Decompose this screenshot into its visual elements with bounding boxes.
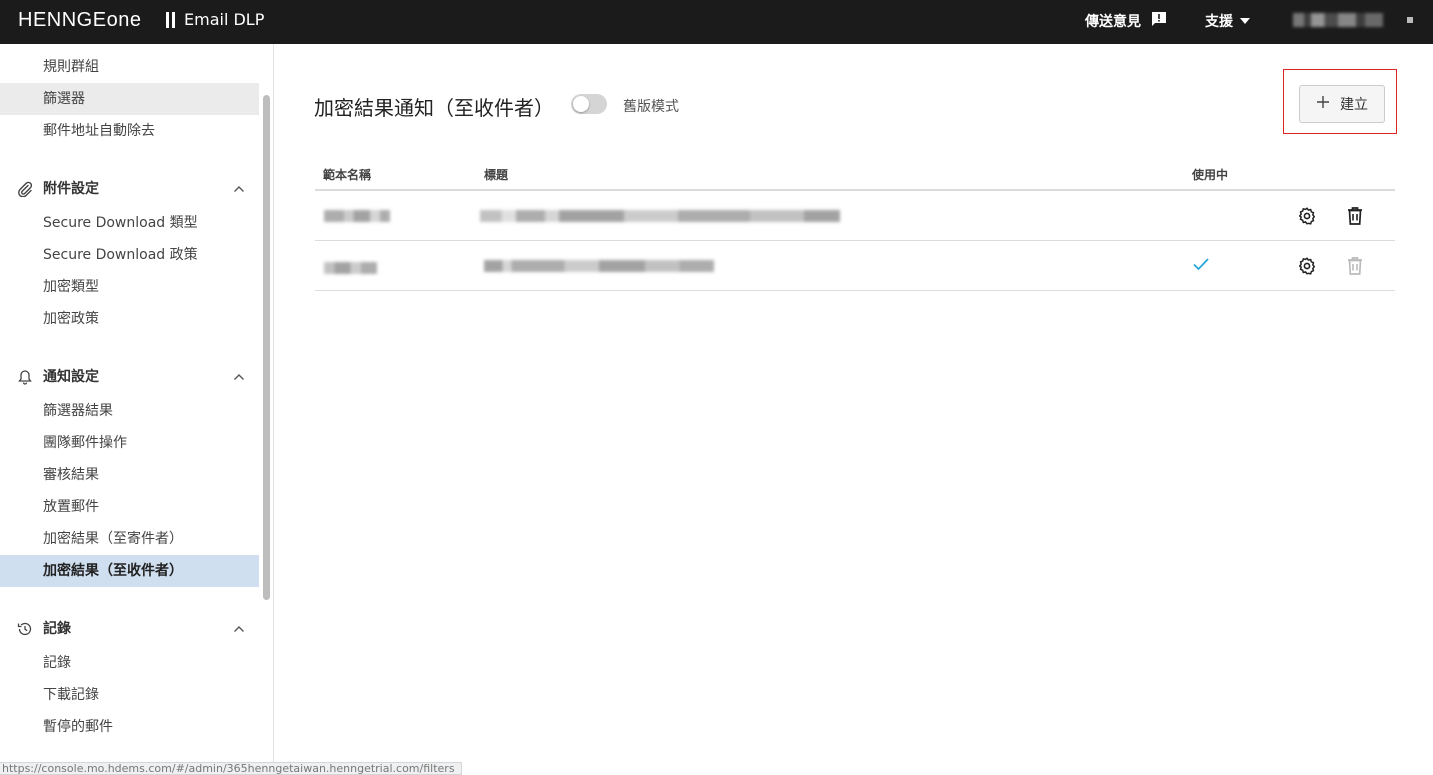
chevron-up-icon [233, 361, 245, 393]
sidebar-item-team-mail-ops[interactable]: 團隊郵件操作 [0, 427, 259, 459]
user-name-redacted [1293, 13, 1383, 27]
sidebar-item-sd-policy[interactable]: Secure Download 政策 [0, 239, 259, 271]
sidebar-section-label: 記錄 [43, 621, 71, 637]
brand-suffix: one [106, 9, 142, 31]
template-name-redacted [324, 210, 390, 222]
feedback-icon [1151, 11, 1167, 31]
chevron-up-icon [233, 173, 245, 205]
sidebar-item-sd-types[interactable]: Secure Download 類型 [0, 207, 259, 239]
delete-trash-icon-disabled [1343, 254, 1367, 278]
delete-trash-icon[interactable] [1343, 204, 1367, 228]
column-header-in-use[interactable]: 使用中 [1192, 166, 1228, 183]
product-label: Email DLP [184, 10, 265, 29]
sidebar-item-filters[interactable]: 篩選器 [0, 83, 259, 115]
sidebar-item-review-results[interactable]: 審核結果 [0, 459, 259, 491]
sidebar-item-filter-results[interactable]: 篩選器結果 [0, 395, 259, 427]
column-header-template-name[interactable]: 範本名稱 [323, 166, 371, 183]
subject-redacted [480, 210, 840, 222]
settings-gear-icon[interactable] [1295, 254, 1319, 278]
feedback-button[interactable]: 傳送意見 [1085, 11, 1167, 31]
legacy-mode-toggle[interactable] [571, 94, 607, 114]
sidebar-item-encrypt-policy[interactable]: 加密政策 [0, 303, 259, 335]
sidebar-section-notifications[interactable]: 通知設定 [0, 361, 259, 393]
row-divider [315, 240, 1395, 241]
row-divider [315, 290, 1395, 291]
sidebar-item-rule-groups[interactable]: 規則群組 [0, 51, 259, 83]
plus-icon [1316, 95, 1330, 113]
user-menu[interactable] [1293, 13, 1413, 27]
in-use-check-icon [1189, 252, 1213, 276]
column-header-subject[interactable]: 標題 [484, 166, 508, 183]
sidebar-scrollbar-thumb[interactable] [263, 95, 270, 600]
sidebar-item-encrypt-types[interactable]: 加密類型 [0, 271, 259, 303]
top-bar: HENNGEone Email DLP 傳送意見 支援 [0, 0, 1433, 44]
feedback-label: 傳送意見 [1085, 14, 1141, 30]
subject-redacted [484, 260, 714, 272]
user-menu-icon [1407, 17, 1413, 23]
sidebar-item-logs[interactable]: 記錄 [0, 647, 259, 679]
template-name-redacted [324, 262, 377, 274]
toggle-knob [573, 96, 589, 112]
sidebar-item-held-mail[interactable]: 放置郵件 [0, 491, 259, 523]
page-title: 加密結果通知（至收件者） [314, 96, 554, 120]
sidebar-item-encrypt-recipient[interactable]: 加密結果（至收件者） [0, 555, 259, 587]
sidebar-item-download-logs[interactable]: 下載記錄 [0, 679, 259, 711]
sidebar-item-encrypt-sender[interactable]: 加密結果（至寄件者） [0, 523, 259, 555]
brand-logo[interactable]: HENNGEone [18, 9, 141, 32]
create-button[interactable]: 建立 [1299, 85, 1385, 123]
chevron-up-icon [233, 613, 245, 645]
product-name[interactable]: Email DLP [166, 10, 264, 29]
product-bars-icon [166, 11, 175, 28]
legacy-mode-label: 舊版模式 [623, 99, 679, 115]
brand-prefix: HENNGE [18, 9, 107, 31]
sidebar-item-paused-mail[interactable]: 暫停的郵件 [0, 711, 259, 743]
sidebar-section-logs[interactable]: 記錄 [0, 613, 259, 645]
sidebar-section-attachments[interactable]: 附件設定 [0, 173, 259, 205]
support-menu[interactable]: 支援 [1205, 11, 1251, 31]
bell-icon [16, 361, 34, 393]
paperclip-icon [16, 173, 34, 205]
support-label: 支援 [1205, 14, 1233, 30]
status-url: https://console.mo.hdems.com/#/admin/365… [0, 762, 462, 775]
create-label: 建立 [1340, 97, 1368, 113]
table-header-divider [315, 189, 1395, 191]
caret-down-icon [1239, 13, 1251, 29]
sidebar-item-address-removal[interactable]: 郵件地址自動除去 [0, 115, 259, 147]
sidebar-section-label: 通知設定 [43, 369, 99, 385]
settings-gear-icon[interactable] [1295, 204, 1319, 228]
sidebar-section-label: 附件設定 [43, 181, 99, 197]
history-icon [16, 613, 34, 645]
